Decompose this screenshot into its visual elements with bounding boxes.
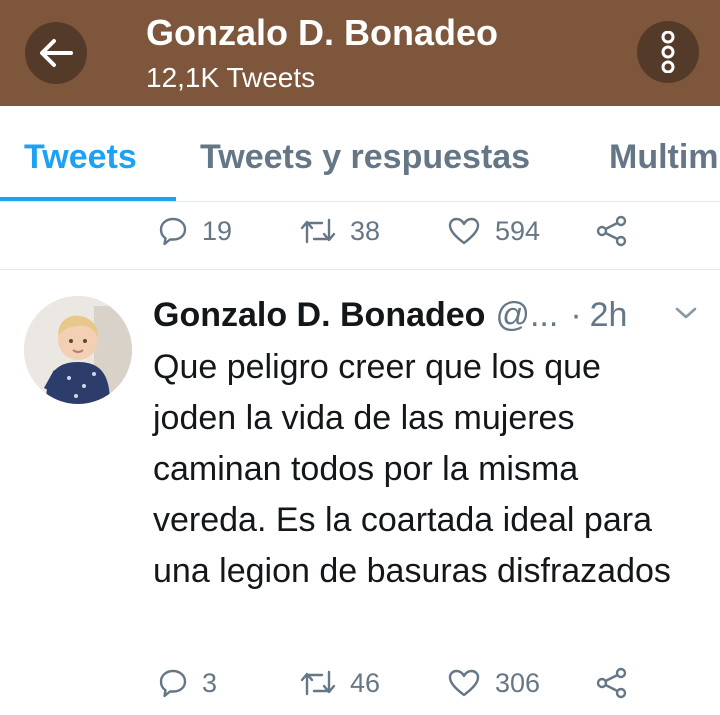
reply-bubble-icon bbox=[159, 217, 187, 246]
tweet-options-button[interactable] bbox=[674, 305, 698, 326]
share-icon bbox=[596, 215, 627, 247]
share-icon bbox=[596, 667, 627, 699]
tweet-time[interactable]: 2h bbox=[590, 296, 628, 335]
chevron-down-icon bbox=[675, 307, 697, 319]
separator-dot: · bbox=[570, 295, 582, 334]
reply-button[interactable]: 19 bbox=[158, 206, 232, 256]
tweet-text: Que peligro creer que los que joden la v… bbox=[153, 348, 671, 590]
retweet-count: 46 bbox=[350, 667, 381, 698]
retweet-icon bbox=[300, 218, 336, 244]
heart-icon bbox=[448, 669, 480, 697]
retweet-icon bbox=[300, 670, 336, 696]
profile-header: Gonzalo D. Bonadeo 12,1K Tweets bbox=[0, 0, 720, 106]
retweet-button[interactable]: 46 bbox=[300, 658, 380, 708]
back-button[interactable] bbox=[25, 22, 87, 84]
tweet-count: 12,1K Tweets bbox=[146, 62, 316, 93]
author-handle[interactable]: @... bbox=[495, 296, 558, 335]
arrow-left-icon bbox=[40, 39, 73, 67]
heart-icon bbox=[448, 217, 480, 245]
tab-tweets[interactable]: Tweets bbox=[24, 138, 137, 177]
tweet-actions: 3 46 306 bbox=[0, 658, 720, 708]
retweet-button[interactable]: 38 bbox=[300, 206, 380, 256]
author-name[interactable]: Gonzalo D. Bonadeo bbox=[153, 296, 485, 335]
tweet-divider bbox=[0, 269, 720, 270]
reply-count: 3 bbox=[202, 667, 218, 698]
header-title: Gonzalo D. Bonadeo bbox=[146, 12, 499, 53]
previous-tweet-actions: 19 38 594 bbox=[0, 206, 720, 256]
retweet-count: 38 bbox=[350, 215, 381, 246]
reply-count: 19 bbox=[202, 215, 233, 246]
reply-button[interactable]: 3 bbox=[158, 658, 217, 708]
share-button[interactable] bbox=[596, 658, 628, 708]
tab-multimedia[interactable]: Multim bbox=[609, 138, 719, 177]
reply-bubble-icon bbox=[159, 669, 187, 698]
tab-tweets-y-respuestas[interactable]: Tweets y respuestas bbox=[200, 138, 530, 177]
like-button[interactable]: 594 bbox=[447, 206, 540, 256]
like-count: 306 bbox=[495, 667, 541, 698]
more-menu-button[interactable] bbox=[637, 21, 699, 83]
active-tab-indicator bbox=[0, 197, 176, 201]
like-count: 594 bbox=[495, 215, 541, 246]
more-vertical-icon bbox=[661, 31, 675, 73]
avatar[interactable] bbox=[24, 296, 132, 404]
share-button[interactable] bbox=[596, 206, 628, 256]
profile-tabs: Tweets Tweets y respuestas Multim bbox=[0, 106, 720, 202]
like-button[interactable]: 306 bbox=[447, 658, 540, 708]
tweet-header: Gonzalo D. Bonadeo @... · 2h bbox=[153, 292, 627, 338]
